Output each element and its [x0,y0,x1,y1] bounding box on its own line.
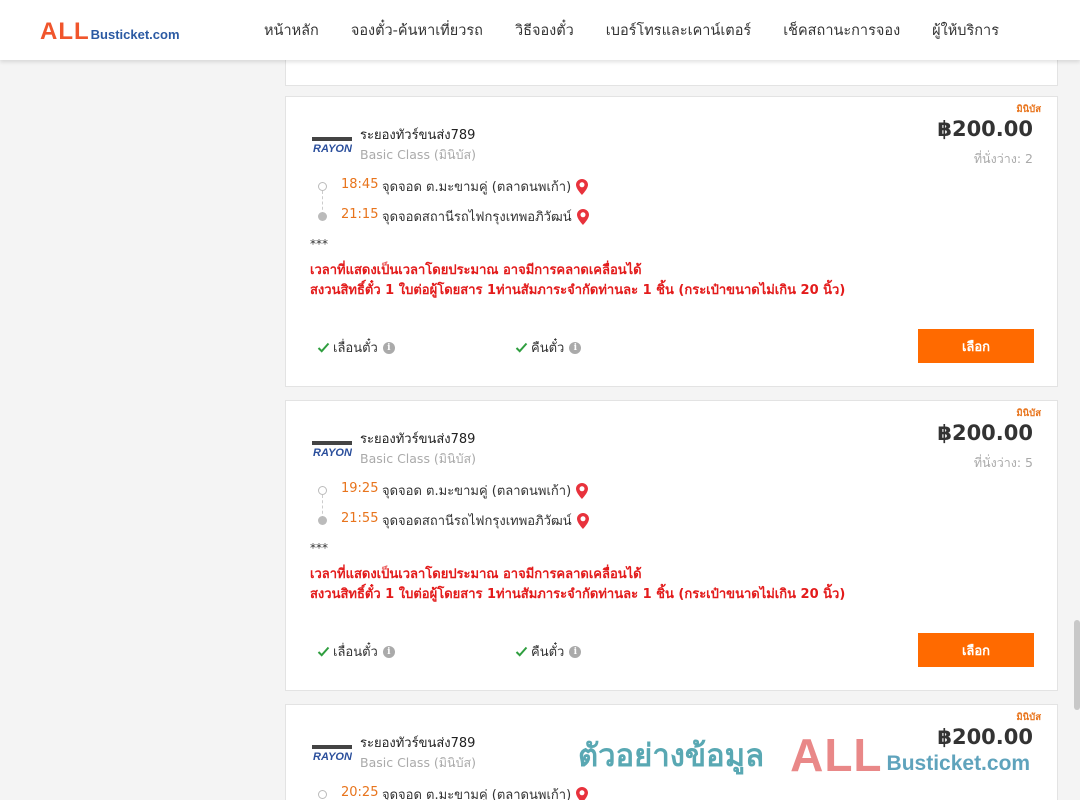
feature-reschedule-label: เลื่อนตั๋ว [333,341,378,356]
svg-text:RAYONG: RAYONG [313,143,352,155]
nav-item-contacts[interactable]: เบอร์โทรและเคาน์เตอร์ [590,19,767,42]
location-pin-icon[interactable] [576,208,589,225]
svg-text:RAYONG: RAYONG [313,751,352,763]
nav-item-home[interactable]: หน้าหลัก [248,19,335,42]
info-icon[interactable]: i [382,341,395,354]
bus-type-badge: มินิบัส [1016,104,1041,115]
trip-card: มินิบัส RAYONG ระยองทัวร์ขนส่ง789 Basic … [285,400,1058,691]
logo-accent-text: ALL [40,18,90,45]
bus-type-badge: มินิบัส [1016,712,1041,723]
departure-stop-label: จุดจอด ต.มะขามคู่ (ตลาดนพเก้า) [382,788,572,800]
feature-reschedule-label: เลื่อนตั๋ว [333,645,378,660]
arrival-time: 21:55 [341,511,379,526]
operator-name: ระยองทัวร์ขนส่ง789 [360,432,476,447]
check-icon [515,342,528,353]
bus-class: Basic Class (มินิบัส) [360,451,477,466]
arrival-dot [318,516,327,525]
select-trip-button[interactable]: เลือก [918,329,1034,363]
bus-class: Basic Class (มินิบัส) [360,147,477,162]
departure-time: 20:25 [341,785,379,800]
departure-dot [318,790,327,799]
departure-stop: จุดจอด ต.มะขามคู่ (ตลาดนพเก้า) [382,480,589,501]
svg-text:RAYONG: RAYONG [313,447,352,459]
info-icon[interactable]: i [569,645,582,658]
rayong-logo-icon: RAYONG [312,441,352,459]
seats-label: ที่นั่งว่าง: [973,151,1022,166]
location-pin-icon[interactable] [576,512,589,529]
seats-available: ที่นั่งว่าง: 5 [974,453,1033,473]
departure-stop: จุดจอด ต.มะขามคู่ (ตลาดนพเก้า) [382,176,589,197]
departure-time: 18:45 [341,177,379,192]
bus-type-badge: มินิบัส [1016,408,1041,419]
nav-item-booking-status[interactable]: เช็คสถานะการจอง [767,19,916,42]
check-icon [317,342,330,353]
rayong-logo-icon: RAYONG [312,137,352,155]
baggage-notice: สงวนสิทธิ์ตั๋ว 1 ใบต่อผู้โดยสาร 1ท่านสัม… [310,587,846,602]
nav-item-how-to-book[interactable]: วิธีจองตั๋ว [499,19,590,42]
baggage-notice: สงวนสิทธิ์ตั๋ว 1 ใบต่อผู้โดยสาร 1ท่านสัม… [310,283,846,298]
arrival-dot [318,212,327,221]
select-trip-button[interactable]: เลือก [918,633,1034,667]
operator-name: ระยองทัวร์ขนส่ง789 [360,128,476,143]
arrival-stop-label: จุดจอดสถานีรถไฟกรุงเทพอภิวัฒน์ [382,514,572,529]
nav-item-operators[interactable]: ผู้ให้บริการ [916,19,1015,42]
feature-refund: คืนตั๋ว i [515,337,582,358]
feature-reschedule: เลื่อนตั๋ว i [317,641,395,662]
time-notice: เวลาที่แสดงเป็นเวลาโดยประมาณ อาจมีการคลา… [310,567,642,582]
note-stars: *** [310,237,328,251]
rayong-logo-icon: RAYONG [312,745,352,763]
feature-refund-label: คืนตั๋ว [531,645,565,660]
trip-price: ฿200.00 [937,421,1033,445]
feature-reschedule: เลื่อนตั๋ว i [317,337,395,358]
departure-dot [318,182,327,191]
arrival-stop-label: จุดจอดสถานีรถไฟกรุงเทพอภิวัฒน์ [382,210,572,225]
departure-stop-label: จุดจอด ต.มะขามคู่ (ตลาดนพเก้า) [382,484,572,499]
arrival-stop: จุดจอดสถานีรถไฟกรุงเทพอภิวัฒน์ [382,510,589,531]
seats-count: 2 [1025,151,1033,166]
feature-refund: คืนตั๋ว i [515,641,582,662]
check-icon [317,646,330,657]
check-icon [515,646,528,657]
site-logo[interactable]: ALL Busticket.com [40,18,180,46]
arrival-stop: จุดจอดสถานีรถไฟกรุงเทพอภิวัฒน์ [382,206,589,227]
location-pin-icon[interactable] [576,178,589,195]
top-navbar: ALL Busticket.com หน้าหลัก จองตั๋ว-ค้นหา… [0,0,1080,60]
nav-menu: หน้าหลัก จองตั๋ว-ค้นหาเที่ยวรถ วิธีจองตั… [248,0,1015,60]
departure-dot [318,486,327,495]
departure-time: 19:25 [341,481,379,496]
location-pin-icon[interactable] [576,786,589,800]
operator-name: ระยองทัวร์ขนส่ง789 [360,736,476,751]
bus-class: Basic Class (มินิบัส) [360,755,477,770]
page-scrollbar[interactable] [1074,620,1080,710]
arrival-time: 21:15 [341,207,379,222]
departure-stop-label: จุดจอด ต.มะขามคู่ (ตลาดนพเก้า) [382,180,572,195]
time-notice: เวลาที่แสดงเป็นเวลาโดยประมาณ อาจมีการคลา… [310,263,642,278]
feature-refund-label: คืนตั๋ว [531,341,565,356]
trip-card: มินิบัส RAYONG ระยองทัวร์ขนส่ง789 Basic … [285,704,1058,800]
logo-rest-text: Busticket.com [90,27,180,42]
info-icon[interactable]: i [382,645,395,658]
trip-card: มินิบัส RAYONG ระยองทัวร์ขนส่ง789 Basic … [285,96,1058,387]
departure-stop: จุดจอด ต.มะขามคู่ (ตลาดนพเก้า) [382,784,589,800]
location-pin-icon[interactable] [576,482,589,499]
seats-available: ที่นั่งว่าง: 2 [974,149,1033,169]
note-stars: *** [310,541,328,555]
trip-price: ฿200.00 [937,725,1033,749]
seats-label: ที่นั่งว่าง: [973,455,1022,470]
nav-item-booking[interactable]: จองตั๋ว-ค้นหาเที่ยวรถ [335,19,499,42]
info-icon[interactable]: i [569,341,582,354]
seats-count: 5 [1025,455,1033,470]
trip-price: ฿200.00 [937,117,1033,141]
